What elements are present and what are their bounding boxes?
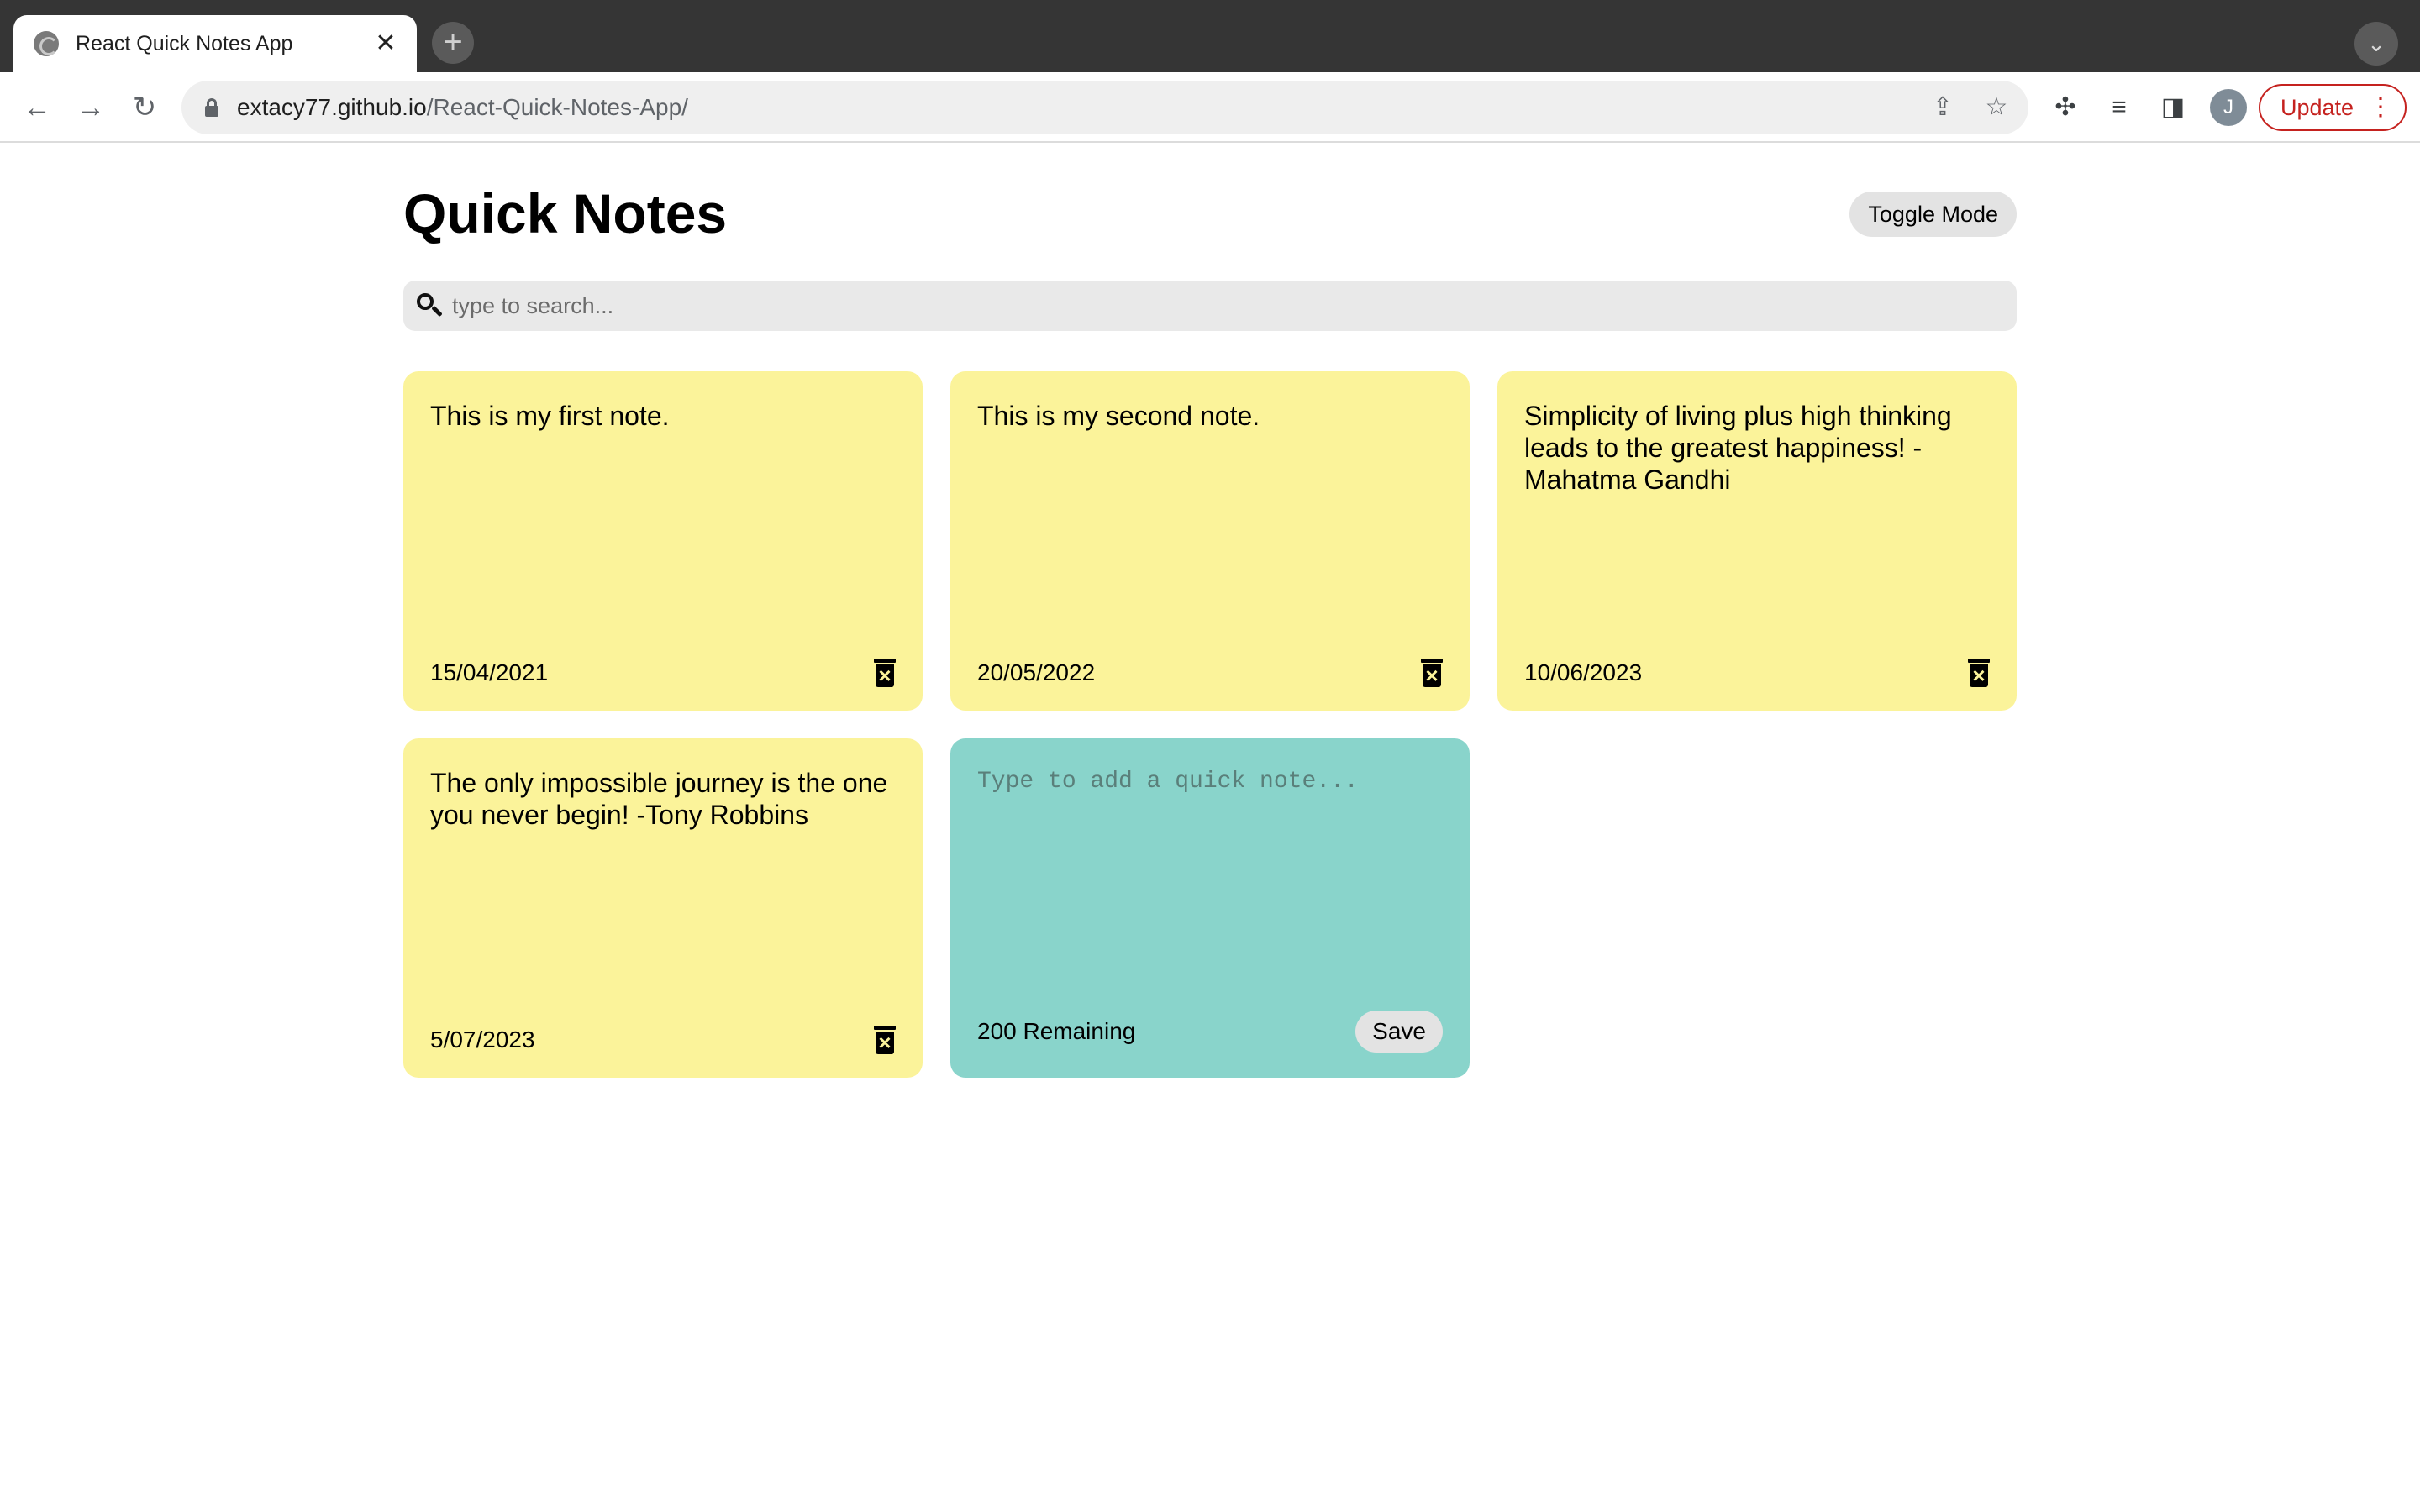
url-host: extacy77.github.io	[237, 94, 427, 120]
search-bar[interactable]	[403, 281, 2017, 331]
reading-list-icon[interactable]: ≡	[2099, 87, 2139, 128]
lock-icon[interactable]	[205, 98, 218, 117]
browser-tab-strip: React Quick Notes App ✕ + ⌄	[0, 0, 2420, 72]
note-footer: 20/05/2022	[977, 659, 1443, 687]
delete-icon[interactable]	[1968, 659, 1990, 687]
notes-list: This is my first note. 15/04/2021 This i…	[403, 371, 2017, 1078]
new-tab-button[interactable]: +	[432, 22, 474, 64]
note-date: 20/05/2022	[977, 659, 1096, 685]
note-date: 15/04/2021	[430, 659, 549, 685]
globe-icon	[34, 31, 59, 56]
note-footer: 10/06/2023	[1524, 659, 1990, 687]
note-card: This is my second note. 20/05/2022	[950, 371, 1470, 711]
quick-notes-app: Quick Notes Toggle Mode This is my first…	[403, 144, 2017, 1078]
update-label: Update	[2281, 94, 2354, 120]
note-date: 10/06/2023	[1524, 659, 1643, 685]
new-note-card: 200 Remaining Save	[950, 738, 1470, 1078]
save-button[interactable]: Save	[1355, 1011, 1443, 1053]
search-input[interactable]	[452, 292, 1965, 319]
back-arrow-icon[interactable]: ←	[15, 86, 59, 129]
note-card: This is my first note. 15/04/2021	[403, 371, 923, 711]
note-date: 5/07/2023	[430, 1026, 535, 1053]
note-text: This is my second note.	[977, 401, 1260, 431]
browser-toolbar: ← → ↻ extacy77.github.io/React-Quick-Not…	[0, 72, 2420, 143]
app-header: Quick Notes Toggle Mode	[403, 144, 2017, 287]
browser-tab[interactable]: React Quick Notes App ✕	[13, 15, 417, 72]
new-note-footer: 200 Remaining Save	[977, 1011, 1443, 1053]
delete-icon[interactable]	[874, 659, 896, 687]
more-menu-icon[interactable]: ⋮	[2368, 92, 2393, 123]
note-text: Simplicity of living plus high thinking …	[1524, 401, 1952, 495]
delete-icon[interactable]	[874, 1026, 896, 1054]
star-icon[interactable]: ☆	[1978, 89, 2015, 126]
close-icon[interactable]: ✕	[373, 31, 398, 56]
delete-icon[interactable]	[1421, 659, 1443, 687]
search-icon	[415, 291, 444, 320]
url-path: /React-Quick-Notes-App/	[426, 94, 688, 120]
avatar[interactable]: J	[2210, 89, 2247, 126]
note-footer: 5/07/2023	[430, 1026, 896, 1054]
address-bar[interactable]: extacy77.github.io/React-Quick-Notes-App…	[182, 81, 2028, 134]
note-card: The only impossible journey is the one y…	[403, 738, 923, 1078]
note-text: This is my first note.	[430, 401, 670, 431]
new-note-input[interactable]	[977, 767, 1443, 969]
toggle-mode-button[interactable]: Toggle Mode	[1849, 192, 2017, 237]
note-card: Simplicity of living plus high thinking …	[1497, 371, 2017, 711]
update-button[interactable]: Update ⋮	[2259, 84, 2407, 131]
forward-arrow-icon[interactable]: →	[69, 86, 113, 129]
tab-title: React Quick Notes App	[76, 31, 293, 55]
reload-icon[interactable]: ↻	[123, 86, 166, 129]
tab-search-icon[interactable]: ⌄	[2354, 22, 2398, 66]
share-icon[interactable]: ⇪	[1924, 89, 1961, 126]
page-title: Quick Notes	[403, 182, 728, 244]
note-footer: 15/04/2021	[430, 659, 896, 687]
characters-remaining: 200 Remaining	[977, 1018, 1136, 1044]
side-panel-icon[interactable]: ◨	[2153, 87, 2193, 128]
note-text: The only impossible journey is the one y…	[430, 768, 888, 830]
extensions-icon[interactable]: ✣	[2045, 87, 2086, 128]
